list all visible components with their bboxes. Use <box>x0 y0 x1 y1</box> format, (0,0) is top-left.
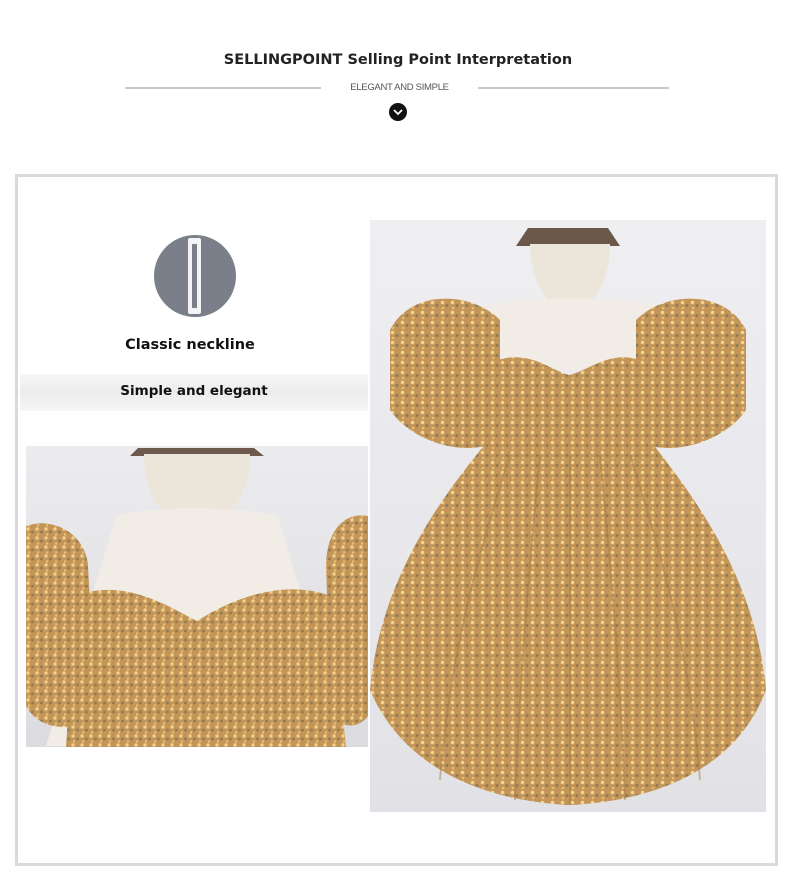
section-subtitle: ELEGANT AND SIMPLE <box>350 82 449 93</box>
divider-right <box>478 87 669 89</box>
neckline-icon <box>154 235 236 317</box>
scroll-down-button[interactable] <box>389 103 407 121</box>
feature-subtitle: Simple and elegant <box>120 383 268 399</box>
full-dress-photo <box>370 220 766 812</box>
feature-title: Classic neckline <box>125 337 255 353</box>
neckline-detail-photo <box>26 446 368 747</box>
section-title: SELLINGPOINT Selling Point Interpretatio… <box>223 52 573 68</box>
divider-left <box>125 87 321 89</box>
chevron-down-icon <box>393 109 403 116</box>
